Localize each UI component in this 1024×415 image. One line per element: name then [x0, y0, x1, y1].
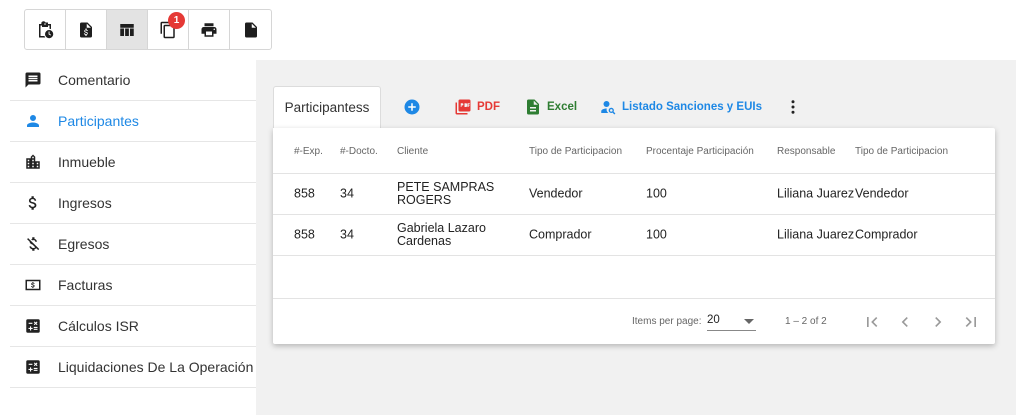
page-range-label: 1 – 2 of 2	[785, 316, 827, 327]
sidebar-item-comentario[interactable]: Comentario	[10, 60, 256, 101]
more-vert-icon	[791, 100, 795, 114]
sidebar-item-label: Inmueble	[58, 154, 116, 170]
sidebar-item-inmueble[interactable]: Inmueble	[10, 142, 256, 183]
col-header-cliente[interactable]: Cliente	[397, 146, 428, 157]
cell-cliente-line-1: PETE SAMPRAS	[397, 180, 495, 194]
export-excel-button[interactable]: Excel	[524, 96, 577, 118]
first-page-button[interactable]	[862, 312, 882, 332]
chevron-down-icon	[744, 319, 754, 324]
export-pdf-button[interactable]: PDF	[454, 96, 500, 118]
sidebar-item-facturas[interactable]: Facturas	[10, 265, 256, 306]
document-icon	[244, 22, 257, 37]
person-search-icon	[601, 101, 616, 115]
last-page-button[interactable]	[961, 312, 981, 332]
next-page-button[interactable]	[928, 312, 948, 332]
first-page-icon	[867, 317, 878, 327]
comment-icon	[25, 72, 41, 88]
chevron-left-icon	[901, 317, 908, 327]
notification-badge: 1	[168, 12, 185, 29]
participants-table: #-Exp. #-Docto. Cliente Tipo de Particip…	[273, 128, 995, 344]
export-pdf-label: PDF	[477, 101, 500, 113]
table-view-button[interactable]	[107, 10, 148, 49]
previous-page-button[interactable]	[895, 312, 915, 332]
sidebar-item-label: Egresos	[58, 236, 110, 252]
bill-icon	[25, 279, 41, 291]
sidebar-item-label: Facturas	[58, 277, 113, 293]
listado-sanciones-label: Listado Sanciones y EUIs	[622, 101, 762, 113]
chevron-right-icon	[935, 317, 942, 327]
col-header-exp[interactable]: #-Exp.	[294, 146, 323, 157]
calculator-icon	[26, 360, 40, 374]
col-header-porcentaje[interactable]: Procentaje Participación	[646, 146, 754, 157]
sidebar-item-participantes[interactable]: Participantes	[10, 101, 256, 142]
listado-sanciones-button[interactable]: Listado Sanciones y EUIs	[599, 96, 762, 118]
cell-docto: 34	[340, 227, 354, 242]
col-header-docto[interactable]: #-Docto.	[340, 146, 378, 157]
sidebar-item-egresos[interactable]: Egresos	[10, 224, 256, 265]
sidebar-item-label: Cálculos ISR	[58, 318, 139, 334]
cell-cliente-line-2: ROGERS	[397, 193, 452, 207]
tab-participantess[interactable]: Participantess	[273, 86, 381, 128]
cell-tipo-2: Comprador	[855, 227, 918, 242]
cell-responsable: Liliana Juarez	[777, 186, 855, 201]
printer-icon	[201, 22, 217, 37]
cell-responsable: Liliana Juarez	[777, 227, 855, 242]
cell-tipo: Comprador	[529, 227, 592, 242]
sidebar-item-liquidaciones[interactable]: Liquidaciones De La Operación	[10, 347, 256, 388]
cell-porcentaje: 100	[646, 186, 667, 201]
export-excel-label: Excel	[547, 101, 578, 113]
clipboard-clock-button[interactable]	[25, 10, 66, 49]
col-header-tipo[interactable]: Tipo de Participacion	[529, 146, 622, 157]
more-options-button[interactable]	[784, 96, 807, 118]
table-row[interactable]: 858 34 Gabriela Lazaro Cardenas Comprador…	[273, 215, 995, 256]
cell-cliente: Gabriela Lazaro Cardenas	[397, 222, 486, 248]
sidebar: Comentario Participantes Inmueble Ingres…	[10, 60, 256, 388]
items-per-page-label: Items per page:	[632, 316, 702, 327]
cell-cliente-line-1: Gabriela Lazaro	[397, 221, 486, 235]
sidebar-item-ingresos[interactable]: Ingresos	[10, 183, 256, 224]
add-circle-icon	[404, 99, 420, 115]
page-size-select[interactable]: 20	[707, 311, 756, 331]
dollar-icon	[28, 196, 37, 210]
sidebar-item-label: Participantes	[58, 113, 139, 129]
paginator: Items per page: 20 1 – 2 of 2	[273, 298, 995, 344]
calculator-icon	[26, 319, 40, 333]
invoice-dollar-icon	[80, 22, 92, 37]
sidebar-item-calculos-isr[interactable]: Cálculos ISR	[10, 306, 256, 347]
cell-docto: 34	[340, 186, 354, 201]
cell-tipo-2: Vendedor	[855, 186, 909, 201]
print-button[interactable]	[189, 10, 230, 49]
cell-exp: 858	[294, 186, 315, 201]
cell-cliente-line-2: Cardenas	[397, 234, 452, 248]
excel-sheet-icon	[527, 99, 539, 115]
table-row[interactable]: 858 34 PETE SAMPRAS ROGERS Vendedor 100 L…	[273, 174, 995, 215]
pdf-icon	[455, 99, 471, 115]
cell-porcentaje: 100	[646, 227, 667, 242]
building-icon	[26, 154, 40, 169]
cell-exp: 858	[294, 227, 315, 242]
cell-cliente: PETE SAMPRAS ROGERS	[397, 181, 494, 207]
sidebar-item-label: Liquidaciones De La Operación	[58, 359, 254, 375]
last-page-icon	[965, 317, 976, 327]
money-off-icon	[27, 237, 40, 251]
document-button[interactable]	[230, 10, 271, 49]
sidebar-item-label: Comentario	[58, 72, 131, 88]
copy-button[interactable]: 1	[148, 10, 189, 49]
cell-tipo: Vendedor	[529, 186, 583, 201]
col-header-tipo-2[interactable]: Tipo de Participacion	[855, 146, 948, 157]
add-button[interactable]	[403, 96, 426, 118]
page-size-value: 20	[707, 314, 720, 326]
col-header-responsable[interactable]: Responsable	[777, 146, 835, 157]
table-icon	[120, 23, 134, 36]
person-icon	[27, 115, 39, 127]
sidebar-item-label: Ingresos	[58, 195, 112, 211]
table-header: #-Exp. #-Docto. Cliente Tipo de Particip…	[273, 128, 995, 174]
invoice-button[interactable]	[66, 10, 107, 49]
top-toolbar: 1	[24, 9, 272, 50]
clipboard-clock-icon	[39, 20, 54, 38]
